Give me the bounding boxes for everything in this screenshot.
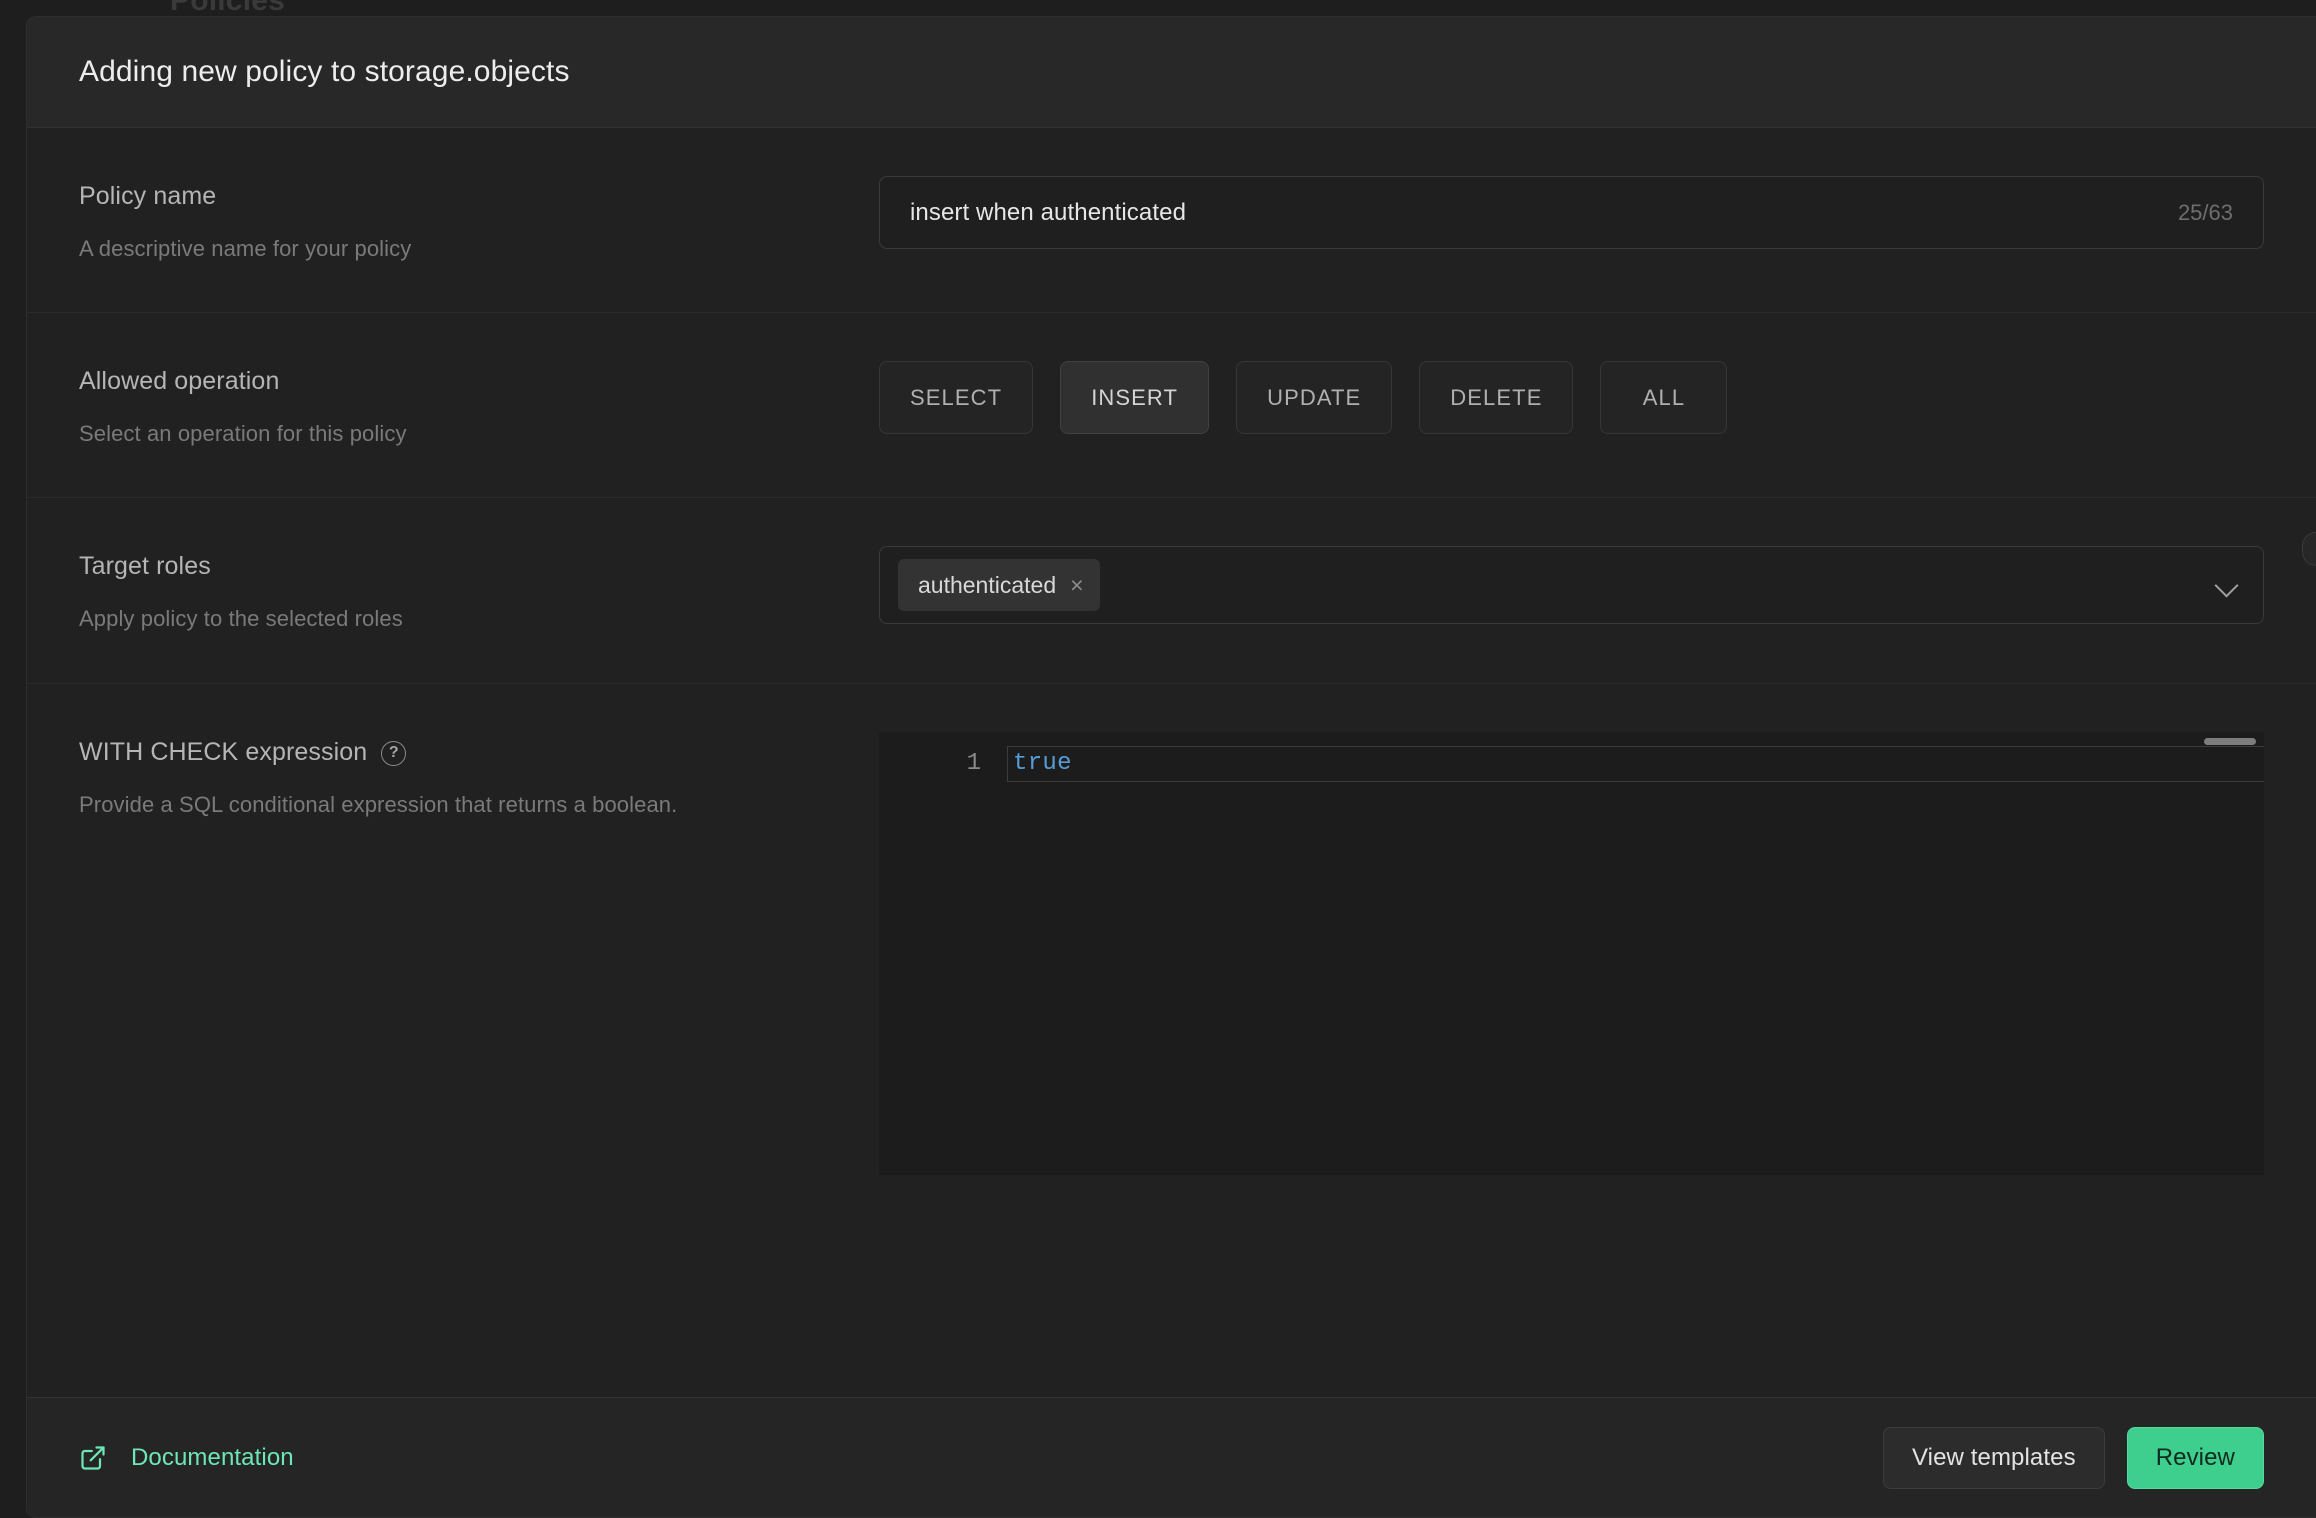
policy-name-control: insert when authenticated 25/63	[879, 176, 2264, 264]
editor-gutter: 1	[879, 732, 1007, 1175]
role-chip-label: authenticated	[918, 572, 1056, 599]
policy-name-description: A descriptive name for your policy	[79, 233, 739, 264]
operation-button-insert[interactable]: INSERT	[1060, 361, 1209, 434]
target-roles-label-block: Target roles Apply policy to the selecte…	[79, 546, 879, 634]
with-check-label-line: WITH CHECK expression ?	[79, 738, 879, 767]
footer-actions: View templates Review	[1883, 1427, 2264, 1489]
target-roles-select[interactable]: authenticated ×	[879, 546, 2264, 624]
allowed-operation-control: SELECT INSERT UPDATE DELETE ALL	[879, 361, 2264, 449]
view-templates-button[interactable]: View templates	[1883, 1427, 2105, 1489]
review-button[interactable]: Review	[2127, 1427, 2264, 1489]
documentation-link-label: Documentation	[131, 1444, 294, 1472]
panel-title: Adding new policy to storage.objects	[79, 55, 570, 89]
editor-horizontal-scrollbar[interactable]	[2204, 738, 2256, 745]
policy-name-label: Policy name	[79, 182, 879, 211]
target-roles-description: Apply policy to the selected roles	[79, 603, 739, 634]
sql-expression-editor[interactable]: 1 true	[879, 732, 2264, 1175]
panel-footer: Documentation View templates Review	[27, 1397, 2316, 1517]
policy-name-label-block: Policy name A descriptive name for your …	[79, 176, 879, 264]
target-roles-label: Target roles	[79, 552, 879, 581]
policy-name-char-counter: 25/63	[2178, 200, 2233, 226]
add-policy-panel: Adding new policy to storage.objects Pol…	[26, 16, 2316, 1518]
operation-button-all[interactable]: ALL	[1600, 361, 1727, 434]
policy-name-input[interactable]: insert when authenticated 25/63	[879, 176, 2264, 249]
operation-button-delete[interactable]: DELETE	[1419, 361, 1573, 434]
allowed-operation-description: Select an operation for this policy	[79, 418, 739, 449]
operation-button-select[interactable]: SELECT	[879, 361, 1033, 434]
editor-code-area[interactable]: true	[1007, 732, 2264, 1175]
policy-name-row: Policy name A descriptive name for your …	[27, 128, 2316, 313]
with-check-label: WITH CHECK expression	[79, 738, 367, 767]
with-check-description: Provide a SQL conditional expression tha…	[79, 789, 739, 820]
target-roles-control: authenticated ×	[879, 546, 2264, 634]
editor-line-number: 1	[879, 746, 981, 782]
allowed-operation-row: Allowed operation Select an operation fo…	[27, 313, 2316, 498]
editor-active-line[interactable]: true	[1007, 746, 2264, 782]
panel-header: Adding new policy to storage.objects	[27, 17, 2316, 128]
role-chip-remove-icon[interactable]: ×	[1070, 574, 1083, 597]
allowed-operation-label: Allowed operation	[79, 367, 879, 396]
documentation-link[interactable]: Documentation	[79, 1444, 294, 1472]
help-circle-icon[interactable]: ?	[381, 741, 406, 766]
panel-body: Policy name A descriptive name for your …	[27, 128, 2316, 1397]
editor-code-token: true	[1013, 750, 1072, 777]
operation-button-update[interactable]: UPDATE	[1236, 361, 1392, 434]
with-check-expression-row: WITH CHECK expression ? Provide a SQL co…	[27, 684, 2316, 1235]
operation-button-group: SELECT INSERT UPDATE DELETE ALL	[879, 361, 2264, 434]
role-chip-authenticated[interactable]: authenticated ×	[898, 559, 1100, 611]
with-check-control: 1 true	[879, 732, 2264, 1175]
policy-name-value[interactable]: insert when authenticated	[910, 199, 2178, 227]
target-roles-row: Target roles Apply policy to the selecte…	[27, 498, 2316, 683]
chevron-down-icon[interactable]	[2215, 572, 2241, 598]
external-link-icon	[79, 1444, 107, 1472]
allowed-operation-label-block: Allowed operation Select an operation fo…	[79, 361, 879, 449]
with-check-label-block: WITH CHECK expression ? Provide a SQL co…	[79, 732, 879, 1175]
